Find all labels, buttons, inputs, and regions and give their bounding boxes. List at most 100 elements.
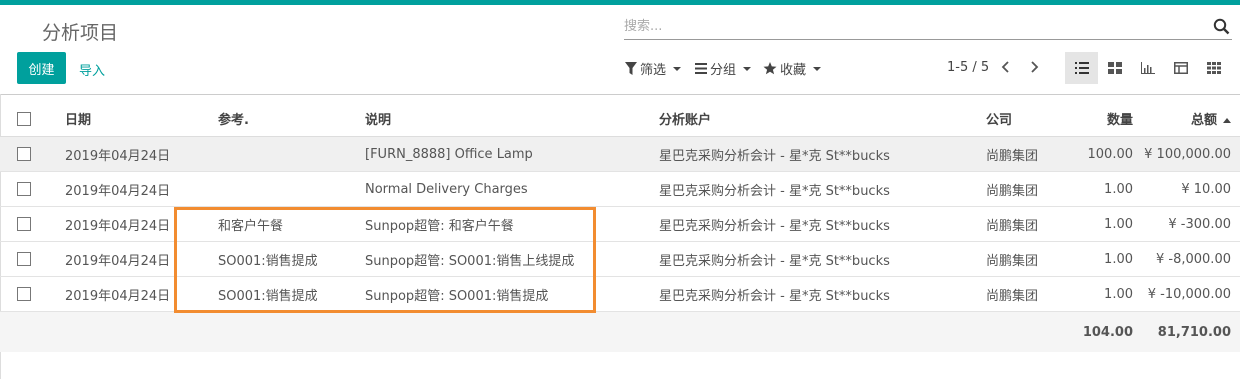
row-checkbox[interactable] <box>17 252 31 266</box>
column-description[interactable]: 说明 <box>364 101 658 137</box>
search-input[interactable] <box>624 14 1204 38</box>
group-by-dropdown[interactable]: 分组 <box>695 59 752 78</box>
cell-amount: ¥ 10.00 <box>1143 171 1240 207</box>
column-quantity[interactable]: 数量 <box>1067 101 1143 137</box>
pivot-view-button[interactable] <box>1164 52 1197 84</box>
row-select-cell[interactable] <box>0 241 64 277</box>
toolbar-divider <box>0 94 1240 95</box>
table-row[interactable]: 2019年04月24日 [FURN_8888] Office Lamp 星巴克采… <box>0 136 1240 172</box>
cell-account: 星巴克采购分析会计 - 星*克 St**bucks <box>658 206 985 242</box>
cell-company: 尚鹏集团 <box>985 171 1067 207</box>
totals-spacer <box>985 311 1067 352</box>
totals-row: 104.00 81,710.00 <box>0 311 1240 352</box>
kanban-view-icon <box>1107 62 1122 74</box>
chevron-down-icon <box>813 66 822 71</box>
chevron-down-icon <box>673 66 682 71</box>
column-amount[interactable]: 总额 <box>1143 101 1240 137</box>
cell-date: 2019年04月24日 <box>64 276 217 312</box>
cell-description: Sunpop超管: 和客户午餐 <box>364 206 658 242</box>
cell-description: [FURN_8888] Office Lamp <box>364 136 658 172</box>
cell-amount: ¥ -10,000.00 <box>1143 276 1240 312</box>
cell-account: 星巴克采购分析会计 - 星*克 St**bucks <box>658 136 985 172</box>
cell-quantity: 1.00 <box>1067 206 1143 242</box>
cell-description: Normal Delivery Charges <box>364 171 658 207</box>
group-label: 分组 <box>710 63 737 78</box>
cell-date: 2019年04月24日 <box>64 206 217 242</box>
cell-date: 2019年04月24日 <box>64 136 217 172</box>
total-amount: 81,710.00 <box>1143 311 1240 352</box>
totals-spacer <box>0 311 64 352</box>
cell-quantity: 1.00 <box>1067 171 1143 207</box>
cell-quantity: 1.00 <box>1067 241 1143 277</box>
totals-spacer <box>217 311 364 352</box>
import-button[interactable]: 导入 <box>79 60 105 79</box>
cell-description: Sunpop超管: SO001:销售提成 <box>364 276 658 312</box>
cell-amount: ¥ -8,000.00 <box>1143 241 1240 277</box>
bar-chart-icon <box>1140 62 1155 74</box>
chevron-right-icon[interactable] <box>1027 59 1041 75</box>
cell-company: 尚鹏集团 <box>985 276 1067 312</box>
table-row[interactable]: 2019年04月24日 SO001:销售提成 Sunpop超管: SO001:销… <box>0 276 1240 312</box>
table-icon <box>1173 62 1188 74</box>
chevron-down-icon <box>743 66 752 71</box>
cell-company: 尚鹏集团 <box>985 241 1067 277</box>
filter-dropdown[interactable]: 筛选 <box>625 59 682 78</box>
cell-description: Sunpop超管: SO001:销售上线提成 <box>364 241 658 277</box>
favorites-dropdown[interactable]: 收藏 <box>763 59 822 78</box>
column-company[interactable]: 公司 <box>985 101 1067 137</box>
row-select-cell[interactable] <box>0 171 64 207</box>
star-icon <box>763 62 777 75</box>
cell-ref: SO001:销售提成 <box>217 276 364 312</box>
cell-account: 星巴克采购分析会计 - 星*克 St**bucks <box>658 171 985 207</box>
totals-spacer <box>64 311 217 352</box>
column-ref[interactable]: 参考. <box>217 101 364 137</box>
row-select-cell[interactable] <box>0 136 64 172</box>
pager-value[interactable]: 1-5 / 5 <box>947 60 989 75</box>
row-select-cell[interactable] <box>0 206 64 242</box>
table-row[interactable]: 2019年04月24日 Normal Delivery Charges 星巴克采… <box>0 171 1240 207</box>
cell-quantity: 100.00 <box>1067 136 1143 172</box>
select-all-cell[interactable] <box>0 101 64 137</box>
column-account[interactable]: 分析账户 <box>658 101 985 137</box>
analytic-lines-table: 日期 参考. 说明 分析账户 公司 数量 总额 2019年04月24日 [FUR… <box>0 101 1240 352</box>
totals-spacer <box>658 311 985 352</box>
cell-company: 尚鹏集团 <box>985 206 1067 242</box>
row-checkbox[interactable] <box>17 147 31 161</box>
create-button[interactable]: 创建 <box>17 52 66 84</box>
cell-ref <box>217 136 364 172</box>
chevron-left-icon[interactable] <box>999 59 1013 75</box>
search-bar[interactable] <box>624 14 1232 40</box>
graph-view-button[interactable] <box>1131 52 1164 84</box>
list-view-button[interactable] <box>1065 52 1098 84</box>
column-amount-label: 总额 <box>1190 113 1217 128</box>
grid-icon <box>1206 62 1221 74</box>
select-all-checkbox[interactable] <box>17 111 31 126</box>
table-header-row: 日期 参考. 说明 分析账户 公司 数量 总额 <box>0 101 1240 137</box>
cell-account: 星巴克采购分析会计 - 星*克 St**bucks <box>658 276 985 312</box>
row-checkbox[interactable] <box>17 182 31 196</box>
table-row[interactable]: 2019年04月24日 和客户午餐 Sunpop超管: 和客户午餐 星巴克采购分… <box>0 206 1240 242</box>
column-date[interactable]: 日期 <box>64 101 217 137</box>
cell-ref: 和客户午餐 <box>217 206 364 242</box>
favorites-label: 收藏 <box>780 63 807 78</box>
row-checkbox[interactable] <box>17 217 31 231</box>
row-checkbox[interactable] <box>17 287 31 301</box>
kanban-view-button[interactable] <box>1098 52 1131 84</box>
cell-ref <box>217 171 364 207</box>
totals-spacer <box>364 311 658 352</box>
cell-company: 尚鹏集团 <box>985 136 1067 172</box>
cell-date: 2019年04月24日 <box>64 171 217 207</box>
grid-view-button[interactable] <box>1197 52 1230 84</box>
cell-date: 2019年04月24日 <box>64 241 217 277</box>
filter-icon <box>625 62 637 75</box>
list-icon <box>695 63 707 74</box>
filter-label: 筛选 <box>640 63 667 78</box>
search-icon[interactable] <box>1213 18 1230 35</box>
cell-amount: ¥ -300.00 <box>1143 206 1240 242</box>
page-title: 分析项目 <box>42 22 119 44</box>
cell-ref: SO001:销售提成 <box>217 241 364 277</box>
total-quantity: 104.00 <box>1067 311 1143 352</box>
row-select-cell[interactable] <box>0 276 64 312</box>
cell-amount: ¥ 100,000.00 <box>1143 136 1240 172</box>
table-row[interactable]: 2019年04月24日 SO001:销售提成 Sunpop超管: SO001:销… <box>0 241 1240 277</box>
